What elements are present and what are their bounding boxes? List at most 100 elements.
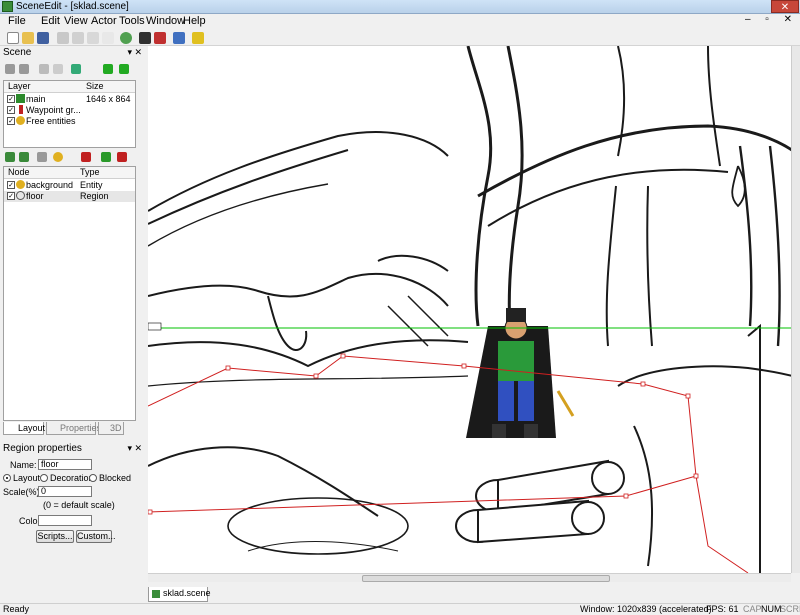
node-list-header: Node Type [4,167,135,179]
tab-properties[interactable]: Properties [46,422,101,435]
region-properties-title: Region properties [3,443,82,454]
panel-tabs: Layout Properties 3D [0,422,146,436]
actor-icon[interactable] [139,32,151,44]
decoration-radio[interactable] [40,474,48,482]
scroll-thumb[interactable] [362,575,610,582]
node-name: background [26,180,74,190]
name-field[interactable]: floor [38,459,92,470]
layout-radio[interactable] [3,474,11,482]
scene-canvas[interactable] [148,46,800,573]
scale-label: Scale(%): [3,487,43,497]
node-list: Node Type ✓ background Entity ✓ floor Region [3,166,136,421]
delete-node-icon[interactable] [81,152,91,162]
list-item[interactable]: ✓ Free entities [4,116,135,127]
cut-icon[interactable] [57,32,69,44]
save-icon[interactable] [37,32,49,44]
entity-icon[interactable] [53,152,63,162]
layer-toolbar [3,62,136,76]
undo-icon[interactable] [173,32,185,44]
menu-view[interactable]: View [64,15,88,27]
name-label: Name: [10,460,37,470]
tab-layout[interactable]: Layout [3,422,45,435]
mdi-window-buttons[interactable]: – ▫ ✕ [745,14,798,25]
checkbox[interactable]: ✓ [7,181,15,189]
menu-actor[interactable]: Actor [91,15,117,27]
help-icon[interactable] [192,32,204,44]
blocked-label: Blocked [99,473,132,483]
region-icon [16,191,25,200]
copy-icon[interactable] [72,32,84,44]
up-icon[interactable] [5,152,15,162]
panel-pin-close[interactable]: ▾ ✕ [127,442,142,455]
layer-name: Waypoint gr... [26,105,81,115]
region-icon[interactable] [37,152,47,162]
horizontal-scrollbar[interactable] [148,573,791,582]
type-col-header: Type [80,167,100,177]
entities-icon [16,116,25,125]
list-item[interactable]: ✓ main 1646 x 864 [4,94,135,105]
add-point-icon[interactable] [101,152,111,162]
window-info: Window: 1020x839 (accelerated) [580,604,712,614]
open-icon[interactable] [22,32,34,44]
menu-tools[interactable]: Tools [119,15,145,27]
size-col-header: Size [86,81,104,91]
checkbox[interactable]: ✓ [7,106,15,114]
paste-icon[interactable] [87,32,99,44]
move-down-icon[interactable] [119,64,129,74]
down-icon[interactable] [19,152,29,162]
add-layer-icon[interactable] [39,64,49,74]
menu-file[interactable]: File [8,15,26,27]
refresh-icon[interactable] [120,32,132,44]
document-tab-label: sklad.scene [163,588,211,598]
num-indicator: NUM [761,604,782,614]
caps-indicator: CAP [743,604,762,614]
layer-props-icon[interactable] [71,64,81,74]
title-bar: SceneEdit - [sklad.scene] ✕ [0,0,800,14]
fps-readout: FPS: 61 [706,604,739,614]
vertical-scrollbar[interactable] [791,46,800,573]
entity-icon [16,180,25,189]
scene-file-icon [152,590,160,598]
panel-pin-close[interactable]: ▾ ✕ [127,46,142,59]
window-title: SceneEdit - [sklad.scene] [16,1,129,12]
actor-red-icon[interactable] [154,32,166,44]
scene-panel: Scene ▾ ✕ Layer Size ✓ main 1646 x 864 ✓ Way… [0,46,146,436]
scale-field[interactable]: 0 [38,486,92,497]
tab-3d[interactable]: 3D [98,422,124,435]
up-icon[interactable] [5,64,15,74]
blocked-radio[interactable] [89,474,97,482]
document-tab[interactable]: sklad.scene [148,587,211,602]
remove-point-icon[interactable] [117,152,127,162]
table-row[interactable]: ✓ background Entity [4,180,135,191]
region-properties-panel: Region properties ▾ ✕ Name: floor Layout … [0,442,146,592]
node-type: Region [80,191,109,201]
layout-label: Layout [13,473,41,483]
scrl-indicator: SCRL [780,604,800,614]
menu-window[interactable]: Window [146,15,185,27]
remove-layer-icon[interactable] [53,64,63,74]
checkbox[interactable]: ✓ [7,192,15,200]
custom-button[interactable]: Custom... [76,530,116,543]
decoration-label: Decoration [50,473,94,483]
close-button[interactable]: ✕ [771,0,799,13]
scripts-button[interactable]: Scripts... [36,530,74,543]
down-icon[interactable] [19,64,29,74]
layer-list: Layer Size ✓ main 1646 x 864 ✓ Waypoint gr.… [3,80,136,148]
scene-panel-title: Scene [3,47,32,58]
node-col-header: Node [8,167,30,177]
new-icon[interactable] [7,32,19,44]
color-picker[interactable] [38,515,92,526]
list-item[interactable]: ✓ Waypoint gr... [4,105,135,116]
table-row[interactable]: ✓ floor Region [4,191,135,202]
menu-edit[interactable]: Edit [41,15,60,27]
layer-col-header: Layer [8,81,31,91]
region-properties-header: Region properties ▾ ✕ [0,442,146,455]
menu-help[interactable]: Help [183,15,206,27]
checkbox[interactable]: ✓ [7,95,15,103]
tab-label: 3D [110,423,122,433]
checkbox[interactable]: ✓ [7,117,15,125]
scene-panel-header: Scene ▾ ✕ [0,46,146,59]
delete-icon[interactable] [102,32,114,44]
move-left-icon[interactable] [103,64,113,74]
scene-artwork [148,46,800,573]
